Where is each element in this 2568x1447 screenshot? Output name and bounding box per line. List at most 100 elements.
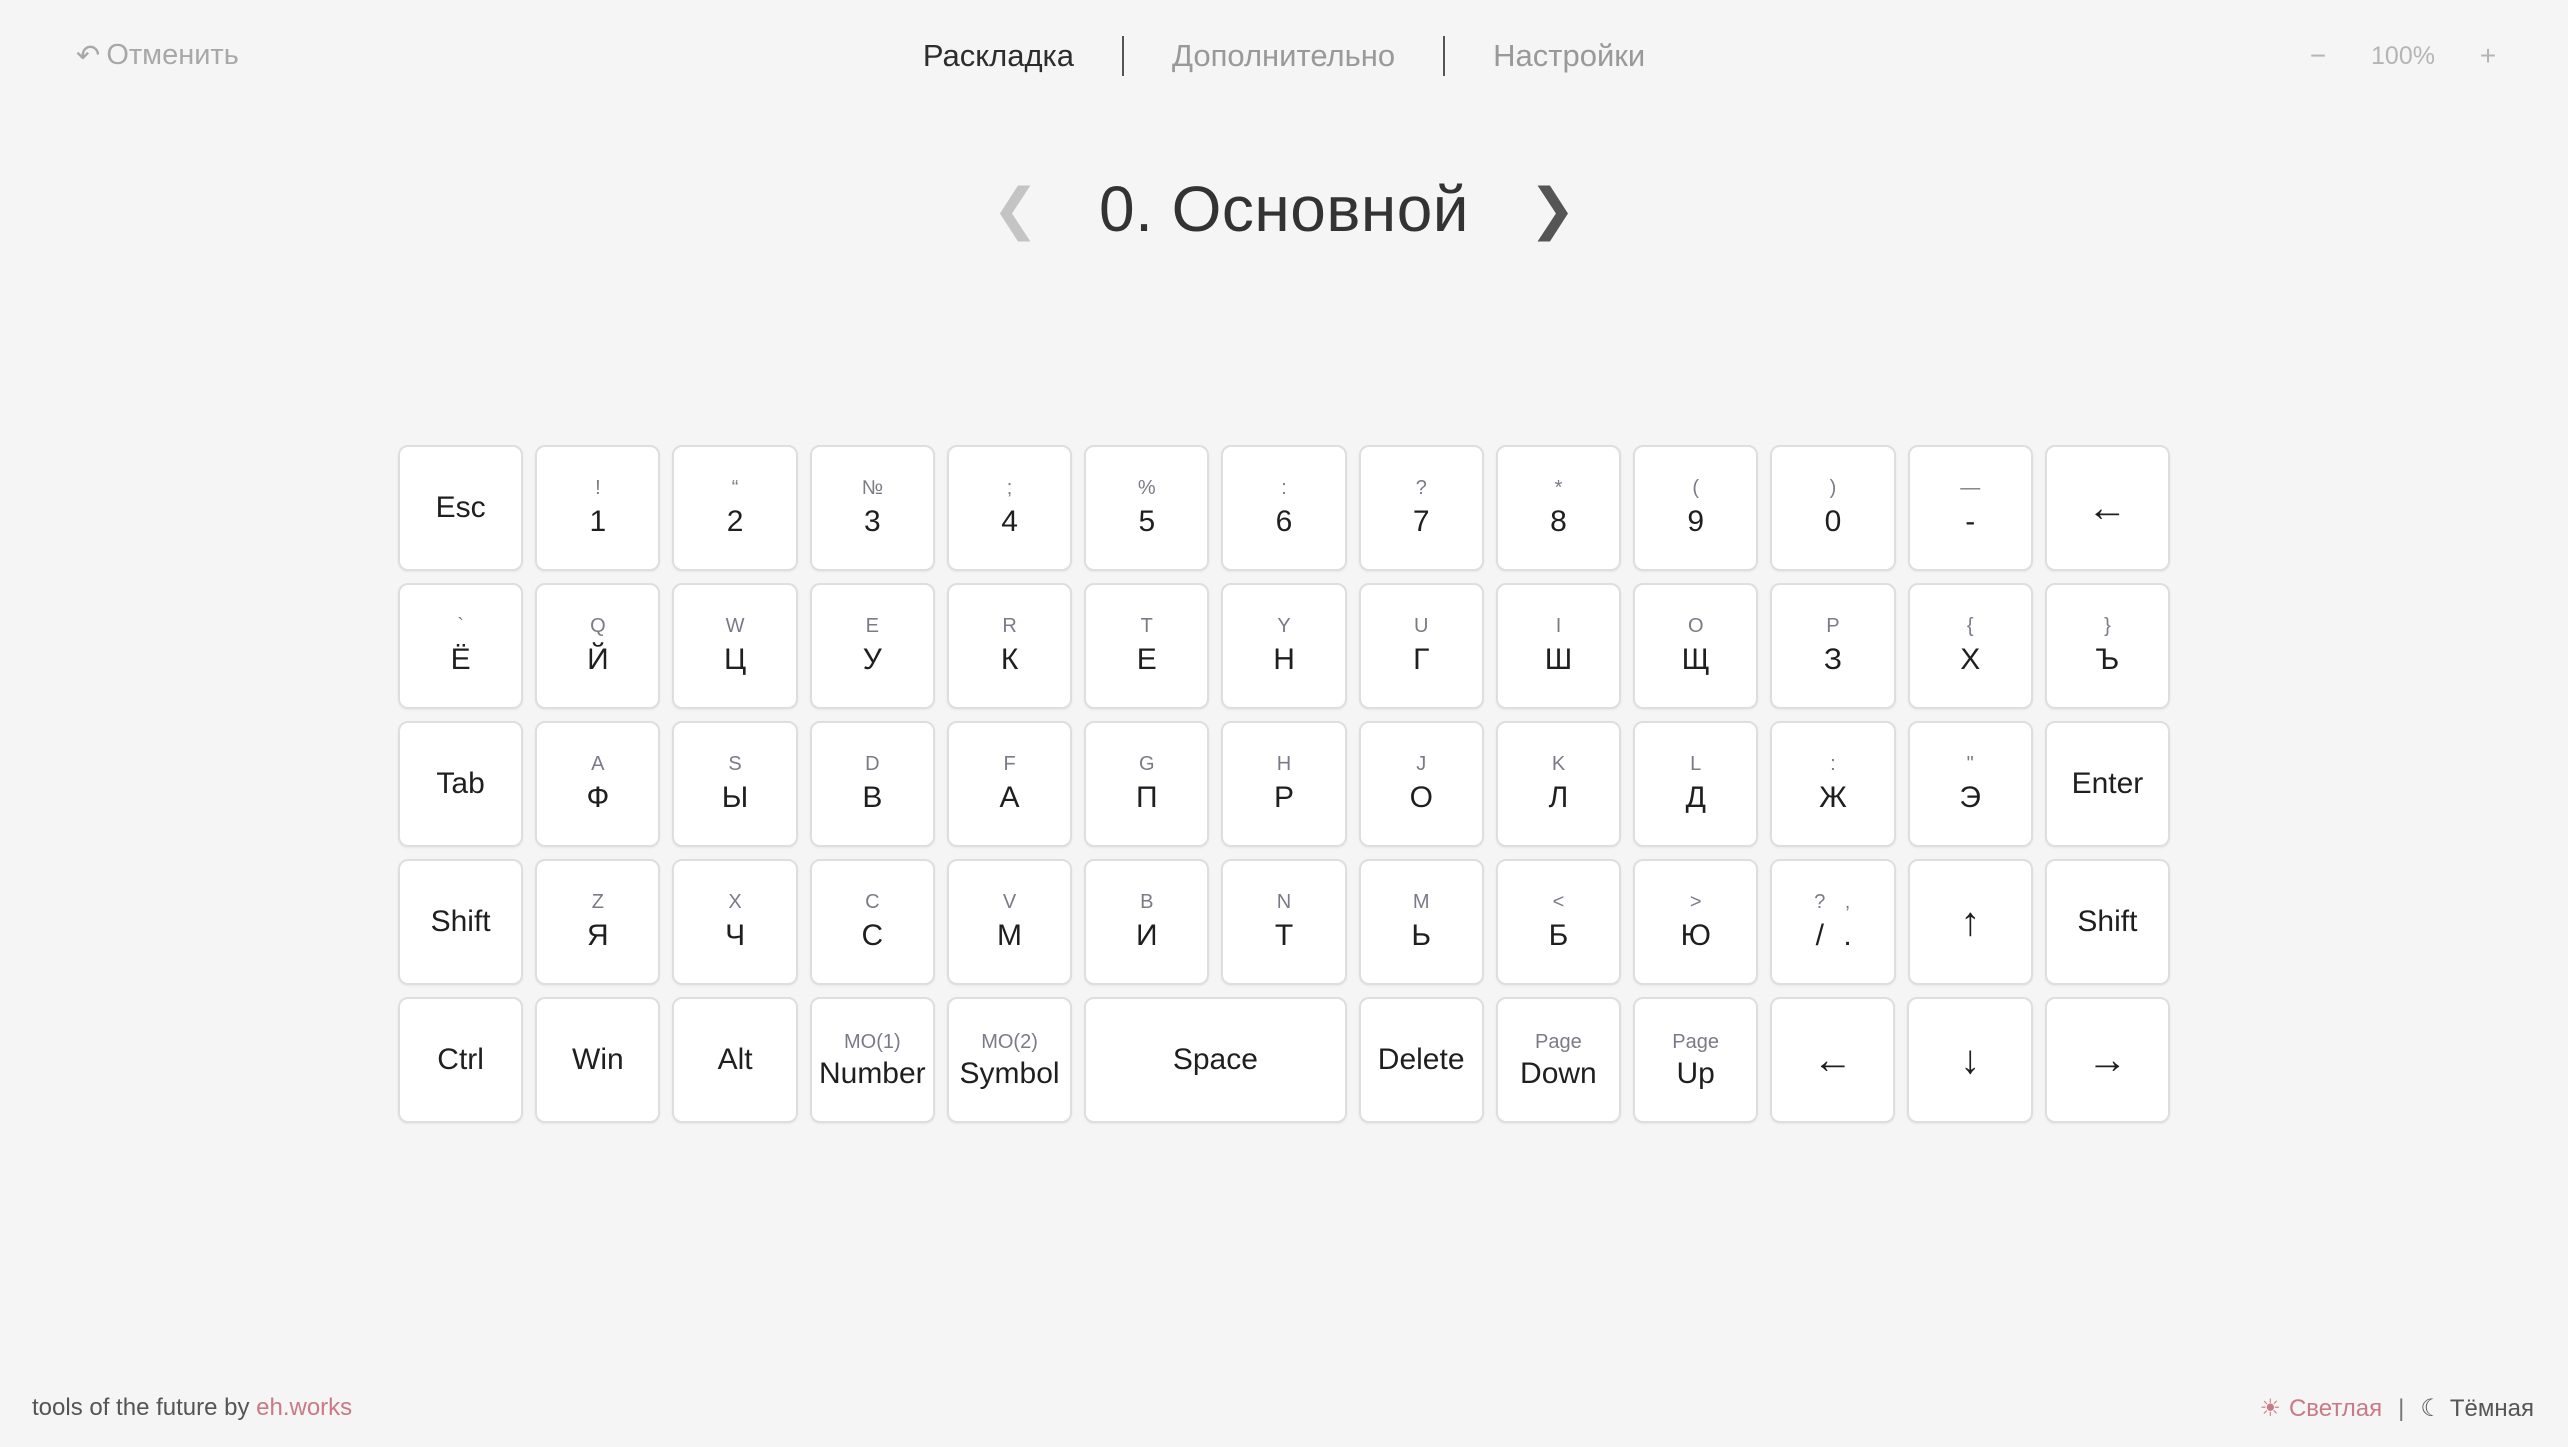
tab-settings[interactable]: Настройки <box>1445 38 1693 74</box>
key[interactable]: NТ <box>1221 859 1347 985</box>
key[interactable]: MЬ <box>1358 859 1484 985</box>
key[interactable]: % 5 <box>1084 445 1210 571</box>
key[interactable]: KЛ <box>1495 721 1622 847</box>
key[interactable]: ? /,. <box>1770 859 1896 985</box>
key-label: С <box>861 919 884 953</box>
key[interactable]: JО <box>1358 721 1484 847</box>
key[interactable]: ZЯ <box>535 859 661 985</box>
key[interactable]: } Ъ <box>2044 583 2171 709</box>
key[interactable]: № 3 <box>809 445 935 571</box>
key-label: Number <box>818 1056 926 1090</box>
key[interactable]: Tab <box>398 721 524 847</box>
key-pair-left: ? / <box>1814 892 1825 952</box>
key[interactable]: IШ <box>1495 583 1622 709</box>
key[interactable]: " Э <box>1907 721 2033 847</box>
theme-light-button[interactable]: ☀ Светлая <box>2259 1394 2382 1423</box>
key-label: О <box>1409 781 1433 815</box>
key-label: 8 <box>1550 505 1567 539</box>
key[interactable]: {Х <box>1907 583 2033 709</box>
key[interactable]: EУ <box>809 583 935 709</box>
key[interactable]: < Б <box>1495 859 1622 985</box>
key[interactable]: OЩ <box>1633 583 1759 709</box>
key[interactable]: ; 4 <box>946 445 1073 571</box>
key[interactable]: :Ж <box>1770 721 1896 847</box>
key[interactable]: — - <box>1907 445 2033 571</box>
key-label: Shift <box>2077 905 2138 938</box>
key-label: Ц <box>723 643 747 677</box>
key[interactable]: Alt <box>672 997 798 1123</box>
key[interactable]: Shift <box>2044 859 2171 985</box>
key[interactable]: (9 <box>1633 445 1759 571</box>
key[interactable]: TЕ <box>1084 583 1210 709</box>
key-shift-label: K <box>1551 753 1566 776</box>
key[interactable]: ` Ё <box>398 583 524 709</box>
key[interactable]: ← <box>1770 997 1896 1123</box>
key[interactable]: Delete <box>1358 997 1484 1123</box>
tab-advanced[interactable]: Дополнительно <box>1124 38 1443 74</box>
key[interactable]: RК <box>946 583 1073 709</box>
key[interactable]: ← <box>2044 445 2171 571</box>
key-shift-label: % <box>1137 477 1156 500</box>
key[interactable]: AФ <box>535 721 661 847</box>
key[interactable]: QЙ <box>535 583 661 709</box>
key-label: Esc <box>435 491 486 524</box>
next-layer-icon[interactable]: ❯ <box>1529 181 1576 237</box>
key[interactable]: Page Up <box>1633 997 1759 1123</box>
key[interactable]: ? 7 <box>1358 445 1484 571</box>
key-label: Т <box>1274 919 1294 953</box>
key[interactable]: MO(1) Number <box>809 997 935 1123</box>
key[interactable]: BИ <box>1084 859 1210 985</box>
key[interactable]: PЗ <box>1770 583 1896 709</box>
key[interactable]: ! 1 <box>535 445 661 571</box>
key[interactable]: YН <box>1221 583 1347 709</box>
key-label: Down <box>1520 1056 1597 1090</box>
key[interactable]: > Ю <box>1633 859 1759 985</box>
key[interactable]: HР <box>1221 721 1347 847</box>
key[interactable]: XЧ <box>672 859 798 985</box>
key[interactable]: ↓ <box>1907 997 2033 1123</box>
key[interactable]: Enter <box>2044 721 2171 847</box>
key[interactable]: :6 <box>1221 445 1347 571</box>
keyboard-row: ` Ё Q Й W Ц E У R К T Е Y Н U Г I Ш O Щ P З{Х} Ъ <box>398 583 2171 709</box>
key-shift-label: ` <box>457 615 464 638</box>
key[interactable]: Space <box>1084 997 1347 1123</box>
key[interactable]: VМ <box>946 859 1073 985</box>
key-label: 3 <box>863 505 881 539</box>
key-shift-label: : <box>1830 753 1836 776</box>
key[interactable]: “2 <box>672 445 798 571</box>
key[interactable]: MO(2) Symbol <box>946 997 1073 1123</box>
key[interactable]: ↑ <box>1907 859 2033 985</box>
key-shift-label: U <box>1414 615 1429 638</box>
key[interactable]: Ctrl <box>398 997 524 1123</box>
prev-layer-icon[interactable]: ❮ <box>992 181 1039 237</box>
key[interactable]: SЫ <box>672 721 798 847</box>
key[interactable]: CС <box>809 859 935 985</box>
footer-prefix: tools of the future by <box>32 1394 257 1421</box>
key-shift-label: — <box>1960 477 1981 500</box>
zoom-in-button[interactable]: + <box>2468 40 2508 72</box>
key[interactable]: LД <box>1633 721 1759 847</box>
key[interactable]: Win <box>535 997 661 1123</box>
key-label: В <box>862 781 883 815</box>
key[interactable]: → <box>2044 997 2170 1123</box>
key[interactable]: GП <box>1084 721 1210 847</box>
key-label: Э <box>1959 781 1981 815</box>
key[interactable]: Esc <box>398 445 524 571</box>
key[interactable]: UГ <box>1358 583 1484 709</box>
key[interactable]: ) 0 <box>1770 445 1896 571</box>
key[interactable]: Shift <box>398 859 524 985</box>
key[interactable]: DВ <box>809 721 935 847</box>
eh-works-link[interactable]: eh.works <box>256 1394 352 1421</box>
zoom-out-button[interactable]: − <box>2298 40 2338 72</box>
key[interactable]: Page Down <box>1495 997 1622 1123</box>
key[interactable]: * 8 <box>1495 445 1622 571</box>
key-pair-right: ,. <box>1843 892 1851 952</box>
key[interactable]: WЦ <box>672 583 798 709</box>
key-label: Ю <box>1680 919 1711 953</box>
theme-light-label: Светлая <box>2288 1394 2383 1422</box>
key[interactable]: FА <box>946 721 1073 847</box>
theme-dark-button[interactable]: ☾ Тёмная <box>2420 1394 2534 1423</box>
key-shift-label: } <box>2104 615 2111 638</box>
tab-layout[interactable]: Раскладка <box>875 38 1122 74</box>
key-shift-label: ; <box>1006 477 1013 500</box>
